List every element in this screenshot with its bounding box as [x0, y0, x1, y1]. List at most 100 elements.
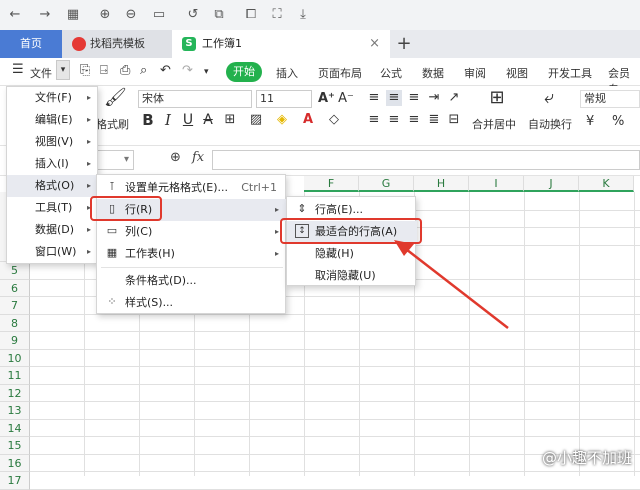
tab-workbook[interactable]: S 工作簿1 ×	[172, 30, 390, 58]
format-menu-item-style[interactable]: ⁘ 样式(S)...	[97, 292, 287, 314]
percent-format-button[interactable]: %	[612, 114, 624, 129]
apps-grid-icon[interactable]: ▦	[64, 6, 82, 24]
tab-home[interactable]: 首页	[0, 30, 62, 58]
align-left-icon[interactable]: ≡	[366, 112, 382, 128]
row-header[interactable]: 16	[0, 454, 30, 472]
wrap-text-label[interactable]: 自动换行	[528, 116, 572, 132]
column-header[interactable]: G	[359, 176, 414, 192]
distributed-icon[interactable]: ⊟	[446, 112, 462, 128]
bold-icon[interactable]: B	[140, 112, 156, 128]
file-menu-item-data[interactable]: 数据(D) ▸	[7, 219, 99, 241]
row-header[interactable]: 12	[0, 384, 30, 402]
format-menu-item-conditional-format[interactable]: 条件格式(D)...	[97, 270, 287, 292]
undo-icon[interactable]: ↶	[160, 63, 171, 78]
font-size-select[interactable]: 11	[256, 90, 312, 108]
row-header[interactable]: 15	[0, 437, 30, 455]
forward-icon[interactable]: →	[36, 6, 54, 24]
column-header[interactable]: I	[469, 176, 524, 192]
orientation-icon[interactable]: ↗	[446, 90, 462, 106]
strikethrough-icon[interactable]: A	[200, 112, 216, 128]
align-top-icon[interactable]: ≡	[366, 90, 382, 106]
row-header[interactable]: 13	[0, 402, 30, 420]
screenshot-icon[interactable]: ⧠	[242, 6, 260, 24]
print-icon[interactable]: ⎙	[120, 63, 130, 78]
print-preview-icon[interactable]: ⌕	[140, 63, 147, 78]
ribbon-tab-review[interactable]: 审阅	[464, 65, 486, 81]
rotate-icon[interactable]: ↺	[184, 6, 202, 24]
zoom-in-icon[interactable]: ⊕	[96, 6, 114, 24]
border-icon[interactable]: ⊞	[222, 112, 238, 128]
format-painter-icon[interactable]: 🖌	[104, 89, 127, 107]
file-menu-item-file[interactable]: 文件(F) ▸	[7, 87, 99, 109]
export-pdf-icon[interactable]: ⍈	[100, 63, 108, 78]
back-icon[interactable]: ←	[6, 6, 24, 24]
file-menu-item-view[interactable]: 视图(V) ▸	[7, 131, 99, 153]
tab-template[interactable]: 找稻壳模板	[62, 30, 172, 58]
fill-color-icon[interactable]: ◈	[274, 112, 290, 128]
row-header[interactable]: 17	[0, 472, 30, 490]
merge-center-label[interactable]: 合并居中	[472, 116, 516, 132]
ribbon-tab-view[interactable]: 视图	[506, 65, 528, 81]
align-bottom-icon[interactable]: ≡	[406, 90, 422, 106]
row-header[interactable]: 7	[0, 297, 30, 315]
row-header[interactable]: 8	[0, 314, 30, 332]
ribbon-tab-insert[interactable]: 插入	[276, 65, 298, 81]
ribbon-tab-start[interactable]: 开始	[226, 62, 262, 82]
fx-icon[interactable]: fx	[192, 150, 204, 165]
fit-page-icon[interactable]: ▭	[150, 6, 168, 24]
format-menu-item-column[interactable]: ▭ 列(C) ▸	[97, 221, 287, 243]
hamburger-icon[interactable]: ☰	[12, 62, 24, 77]
justify-icon[interactable]: ≣	[426, 112, 442, 128]
ribbon-tab-data[interactable]: 数据	[422, 65, 444, 81]
file-dropdown-chevron-icon[interactable]: ▾	[56, 60, 70, 80]
row-header[interactable]: 5	[0, 262, 30, 280]
row-header[interactable]: 6	[0, 279, 30, 297]
ribbon-tab-developer[interactable]: 开发工具	[548, 65, 592, 81]
column-header[interactable]: K	[579, 176, 634, 192]
save-icon[interactable]: ⤓	[294, 6, 312, 24]
font-color-icon[interactable]: A	[300, 112, 316, 128]
fill-pattern-icon[interactable]: ▨	[248, 112, 264, 128]
align-middle-icon[interactable]: ≡	[386, 90, 402, 106]
close-tab-icon[interactable]: ×	[369, 30, 380, 58]
new-tab-button[interactable]: +	[394, 30, 414, 58]
file-menu-button[interactable]: 文件	[30, 65, 52, 81]
merge-center-icon[interactable]: ⊞	[486, 89, 508, 107]
crop-icon[interactable]: ⛶	[268, 6, 286, 24]
currency-format-button[interactable]: ¥	[586, 114, 594, 129]
format-menu-item-worksheet[interactable]: ▦ 工作表(H) ▸	[97, 243, 287, 265]
row-header[interactable]: 10	[0, 349, 30, 367]
align-center-icon[interactable]: ≡	[386, 112, 402, 128]
clear-format-icon[interactable]: ◇	[326, 112, 342, 128]
zoom-out-icon[interactable]: ⊖	[122, 6, 140, 24]
zoom-formula-icon[interactable]: ⊕	[170, 150, 181, 165]
align-right-icon[interactable]: ≡	[406, 112, 422, 128]
italic-icon[interactable]: I	[160, 112, 176, 128]
column-header[interactable]: J	[524, 176, 579, 192]
column-header[interactable]: F	[304, 176, 359, 192]
formula-input[interactable]	[212, 150, 640, 170]
file-menu-item-insert[interactable]: 插入(I) ▸	[7, 153, 99, 175]
copy-icon[interactable]: ⧉	[210, 6, 228, 24]
decrease-font-icon[interactable]: A⁻	[338, 91, 354, 107]
file-menu-item-window[interactable]: 窗口(W) ▸	[7, 241, 99, 263]
wrap-text-icon[interactable]: ⤶	[538, 89, 560, 107]
ribbon-tab-page-layout[interactable]: 页面布局	[318, 65, 362, 81]
redo-icon[interactable]: ↷	[182, 63, 193, 78]
customize-chevron-icon[interactable]: ▾	[204, 67, 209, 77]
underline-icon[interactable]: U	[180, 112, 196, 128]
file-menu-item-tools[interactable]: 工具(T) ▸	[7, 197, 99, 219]
row-header[interactable]: 11	[0, 367, 30, 385]
file-menu-item-edit[interactable]: 编辑(E) ▸	[7, 109, 99, 131]
column-header[interactable]: H	[414, 176, 469, 192]
ribbon-tab-formula[interactable]: 公式	[380, 65, 402, 81]
row-header[interactable]: 14	[0, 419, 30, 437]
row-header[interactable]: 9	[0, 332, 30, 350]
increase-font-icon[interactable]: A⁺	[318, 91, 335, 107]
save-file-icon[interactable]: ⎘	[80, 63, 90, 78]
file-menu-item-format[interactable]: 格式(O) ▸	[7, 175, 99, 197]
font-name-select[interactable]: 宋体	[138, 90, 252, 108]
indent-icon[interactable]: ⇥	[426, 90, 442, 106]
format-painter-label[interactable]: 格式刷	[96, 116, 129, 132]
number-format-select[interactable]: 常规	[580, 90, 640, 108]
